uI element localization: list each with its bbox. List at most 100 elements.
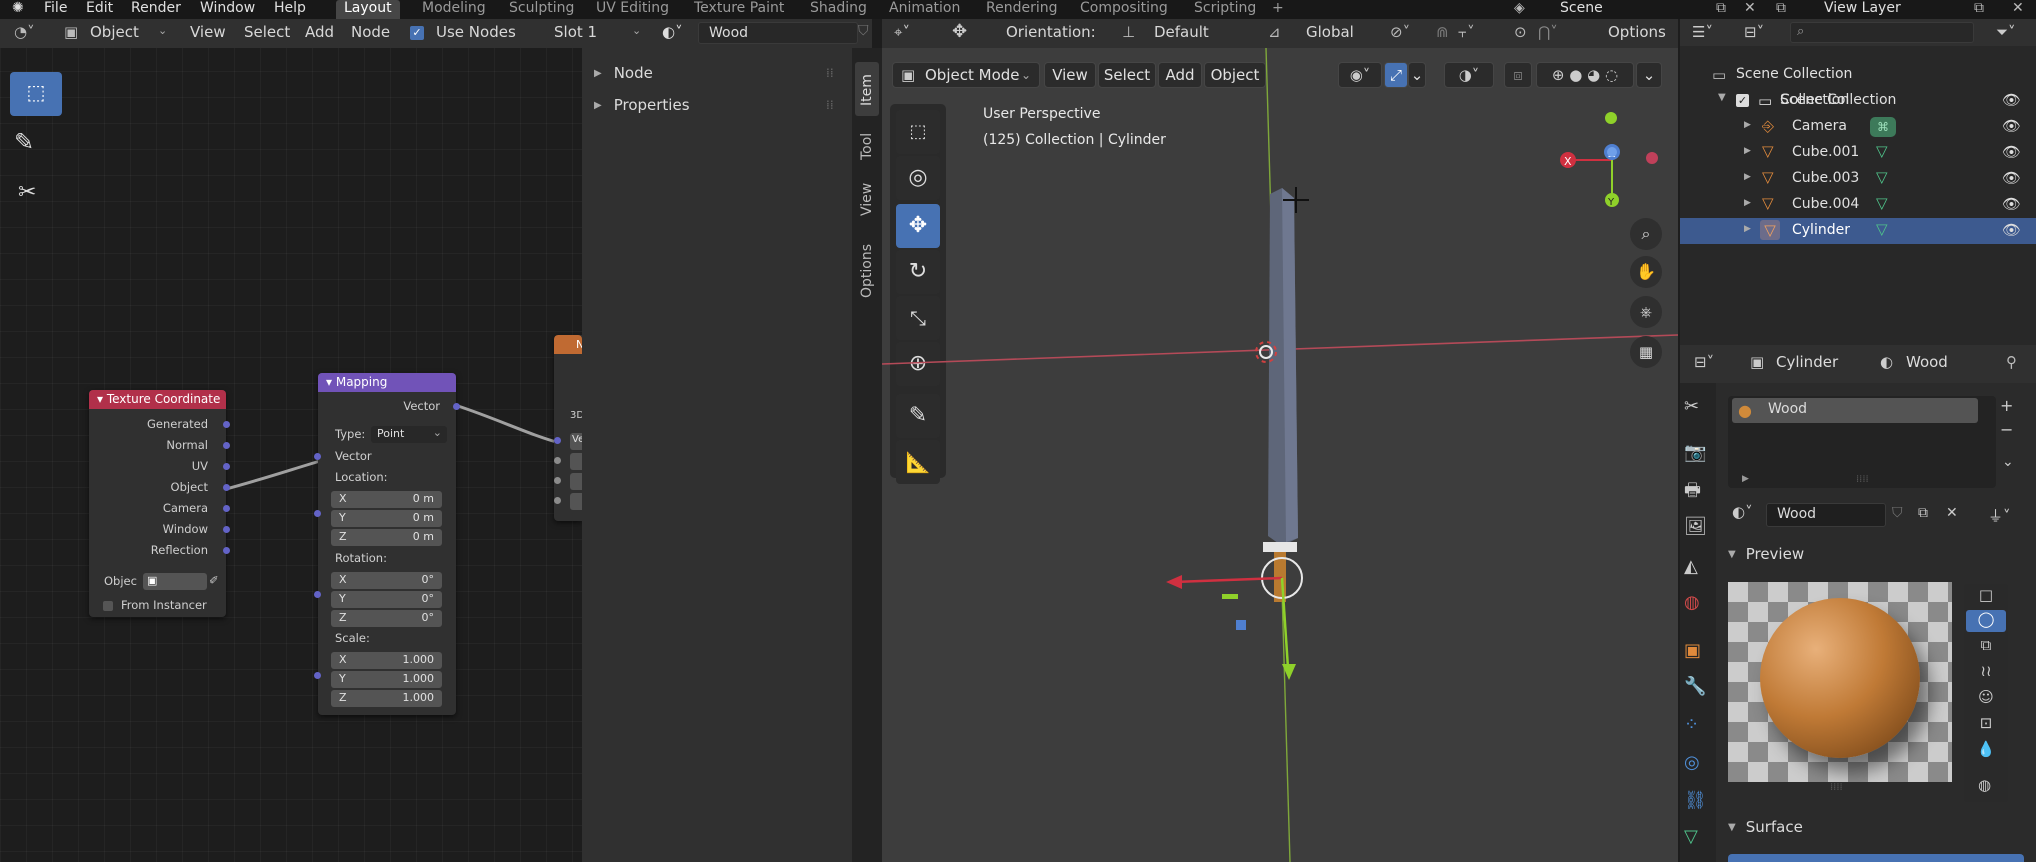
socket-location[interactable] (314, 510, 321, 517)
breadcrumb-object[interactable]: Cylinder (1776, 353, 1838, 371)
preview-sphere-icon[interactable]: ◯ (1966, 610, 2006, 632)
preview-panel-header[interactable]: ▼ Preview (1728, 545, 1804, 563)
scale-y-field[interactable]: Y 1.000 (331, 671, 442, 688)
resize-handle-icon[interactable]: ⁞⁞⁞⁞ (1830, 782, 1843, 793)
tab-options[interactable]: Options (855, 226, 879, 306)
transform-pivot-icon[interactable]: ✥ (952, 21, 967, 42)
object-picker-field[interactable]: ▣ (143, 573, 207, 590)
tab-tool[interactable]: Tool (855, 120, 879, 170)
zoom-icon[interactable]: ⌕ (1630, 218, 1662, 250)
tab-item[interactable]: Item (855, 62, 879, 116)
collapse-icon[interactable]: ▾ (97, 392, 107, 406)
location-z-field[interactable]: Z0 m (331, 529, 442, 546)
socket-window[interactable] (223, 526, 230, 533)
output-props-icon[interactable]: 🖶 (1684, 478, 1710, 504)
scale-z-field[interactable]: Z 1.000 (331, 690, 442, 707)
constraints-props-icon[interactable]: ⛓ (1684, 790, 1710, 816)
partial-node-field-4[interactable] (570, 493, 582, 510)
socket-camera[interactable] (223, 505, 230, 512)
fake-user-shield-icon[interactable]: ⛉ (1892, 505, 1903, 521)
socket-input-vector[interactable] (314, 453, 321, 460)
add-workspace-button[interactable]: + (1272, 0, 1284, 16)
view-layer-selector[interactable]: View Layer (1824, 0, 1901, 16)
socket-rotation[interactable] (314, 591, 321, 598)
socket-generated[interactable] (223, 421, 230, 428)
socket-object[interactable] (223, 484, 230, 491)
tab-texture-paint[interactable]: Texture Paint (694, 0, 784, 16)
partial-node-socket[interactable] (554, 437, 561, 444)
partial-node-socket-3[interactable] (554, 477, 561, 484)
outliner-item-cube001[interactable]: ▶ ▽ Cube.001 ▽ 👁 (1680, 140, 2036, 166)
socket-reflection[interactable] (223, 547, 230, 554)
camera-view-icon[interactable]: ⎈ (1630, 296, 1662, 328)
rotation-x-field[interactable]: X 0° (331, 572, 442, 589)
partial-node-field-2[interactable] (570, 453, 582, 470)
snap-target-icon[interactable]: ⫟˅ (1458, 23, 1475, 41)
new-scene-icon[interactable]: ⧉ (1716, 0, 1726, 16)
new-view-layer-icon[interactable]: ⧉ (1974, 0, 1984, 16)
socket-output-vector[interactable] (453, 403, 460, 410)
tab-view[interactable]: View (855, 172, 879, 226)
remove-scene-icon[interactable]: ✕ (1744, 0, 1756, 16)
partial-node-header[interactable]: N (554, 335, 582, 354)
collapse-icon[interactable]: ▾ (326, 375, 336, 389)
scene-props-icon[interactable]: ◭ (1684, 556, 1710, 582)
material-sphere-icon[interactable]: ◐˅ (662, 23, 683, 41)
remove-view-layer-icon[interactable]: ✕ (2012, 0, 2024, 16)
orientation-dropdown[interactable]: Default (1154, 23, 1209, 41)
tab-rendering[interactable]: Rendering (986, 0, 1058, 16)
fake-user-shield-icon[interactable]: ⛉ (858, 23, 869, 39)
node-panel-header[interactable]: ▶ Node (594, 64, 653, 82)
world-lighting-icon[interactable]: ◍ (1978, 776, 1991, 794)
rotation-z-field[interactable]: Z 0° (331, 610, 442, 627)
location-y-field[interactable]: Y0 m (331, 510, 442, 527)
pin-icon[interactable]: ⚲ (2006, 353, 2017, 371)
tab-shading[interactable]: Shading (810, 0, 867, 16)
remove-slot-icon[interactable]: − (2000, 420, 2013, 439)
scene-selector[interactable]: Scene (1560, 0, 1603, 16)
add-slot-icon[interactable]: + (2000, 396, 2013, 415)
modifier-props-icon[interactable]: 🔧 (1684, 676, 1710, 702)
data-props-icon[interactable]: ▽ (1684, 826, 1710, 852)
texture-coordinate-node[interactable]: ▾ Texture Coordinate Generated Normal UV… (89, 390, 230, 617)
partial-node[interactable]: N 3D Ve (554, 335, 582, 521)
tab-animation[interactable]: Animation (889, 0, 960, 16)
unlink-material-icon[interactable]: ✕ (1946, 505, 1958, 521)
drag-handle-icon[interactable]: ⁞⁞ (826, 98, 834, 112)
material-name-field[interactable]: Wood (1766, 503, 1886, 527)
partial-node-socket-2[interactable] (554, 457, 561, 464)
duplicate-material-icon[interactable]: ⧉ (1918, 505, 1928, 521)
link-icon[interactable]: ⊘˅ (1390, 23, 1410, 41)
outliner-scene-collection[interactable]: ▭ Scene Collection (1680, 62, 2036, 88)
surface-panel-header[interactable]: ▼ Surface (1728, 818, 1803, 836)
socket-scale[interactable] (314, 672, 321, 679)
expand-icon[interactable]: ▶ (1742, 474, 1749, 484)
object-props-icon[interactable]: ▣ (1684, 640, 1710, 666)
texture-coordinate-header[interactable]: ▾ Texture Coordinate (89, 390, 226, 409)
view-layer-props-icon[interactable]: 🖼 (1684, 516, 1710, 542)
tool-settings-icon[interactable]: ✂ (1684, 396, 1710, 422)
node-type-icon[interactable]: ⏚˅ (1988, 505, 2011, 526)
rotation-y-field[interactable]: Y 0° (331, 591, 442, 608)
mapping-node[interactable]: ▾ Mapping Vector Type: Point ⌄ Vector Loc… (314, 373, 460, 715)
outliner-item-cube004[interactable]: ▶ ▽ Cube.004 ▽ 👁 (1680, 192, 2036, 218)
material-name-field[interactable]: Wood (698, 22, 858, 44)
outliner-collection[interactable]: ▼ ✓ ▭ Scene Collection Collection 👁 (1680, 88, 2036, 114)
outliner-search-input[interactable]: ⌕ (1790, 22, 1974, 43)
particles-props-icon[interactable]: ⁘ (1684, 714, 1710, 740)
location-x-field[interactable]: X0 m (331, 491, 442, 508)
preview-flat-icon[interactable]: □ (1966, 586, 2006, 608)
type-dropdown[interactable]: Point ⌄ (371, 426, 447, 443)
surface-node-button[interactable] (1728, 854, 2024, 862)
editor-type-icon[interactable]: ⌖˅ (894, 23, 910, 41)
tab-uv-editing[interactable]: UV Editing (596, 0, 669, 16)
transform-orientation-dropdown[interactable]: Global (1306, 23, 1354, 41)
preview-hair-icon[interactable]: ≀≀ (1966, 662, 2006, 684)
material-slot-item[interactable]: ● Wood (1732, 398, 1978, 423)
chevron-down-icon[interactable]: ⌄ (2002, 454, 2014, 470)
partial-node-field[interactable]: Ve (570, 433, 582, 450)
socket-normal[interactable] (223, 442, 230, 449)
mapping-header[interactable]: ▾ Mapping (318, 373, 456, 392)
editor-type-icon[interactable]: ☰˅ (1692, 23, 1713, 41)
properties-panel-header[interactable]: ▶ Properties (594, 96, 690, 114)
